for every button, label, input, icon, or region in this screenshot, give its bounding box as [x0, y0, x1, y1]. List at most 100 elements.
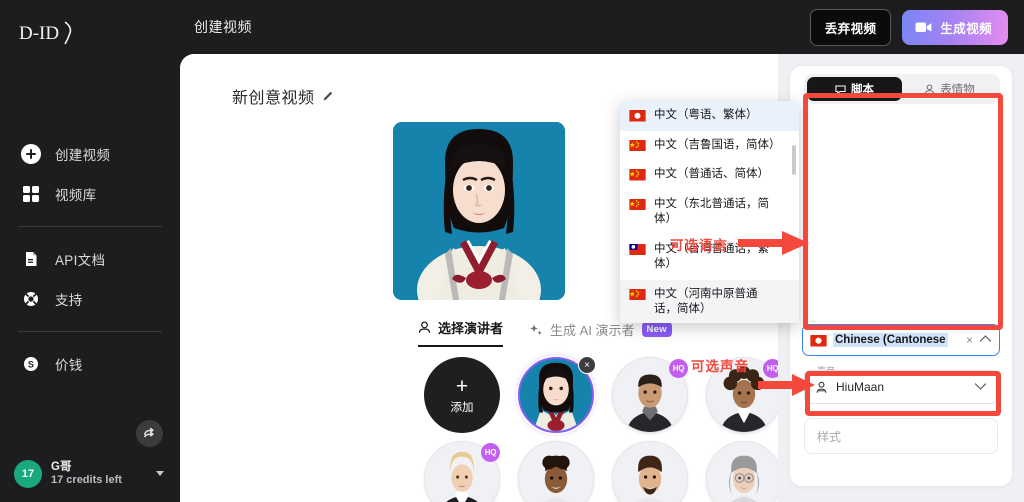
sidebar-divider-1	[18, 226, 162, 227]
script-settings-card: 脚本 表情物 Chinese (Cantonese × HiuMaan 样式	[790, 66, 1012, 486]
language-option[interactable]: 中文（东北普通话，简体）	[620, 190, 799, 235]
clear-language-icon[interactable]: ×	[966, 333, 973, 347]
sidebar-item-api-docs[interactable]: API文档	[0, 239, 180, 279]
sidebar-item-label: 视频库	[55, 188, 97, 203]
presenter-avatar-image	[707, 442, 781, 502]
presenter-avatar-image	[519, 442, 593, 502]
segment-label: 脚本	[851, 84, 874, 96]
sidebar-item-pricing[interactable]: S 价钱	[0, 344, 180, 384]
sidebar-nav-tertiary: S 价钱	[0, 344, 180, 384]
redo-arrow-icon	[144, 427, 154, 438]
account-text: G哥 17 credits left	[51, 460, 147, 488]
china-flag-icon	[629, 198, 646, 211]
sidebar-nav-secondary: API文档 支持	[0, 239, 180, 319]
plus-icon: +	[455, 374, 469, 398]
add-presenter-button[interactable]: + 添加	[424, 357, 500, 433]
sidebar-item-label: API文档	[55, 253, 106, 268]
project-title-row[interactable]: 新创意视频	[180, 54, 778, 108]
chevron-up-icon[interactable]	[979, 334, 992, 346]
sparkles-icon	[530, 323, 542, 335]
lifebuoy-icon	[20, 288, 42, 310]
segment-script[interactable]: 脚本	[807, 77, 902, 101]
language-option[interactable]: 中文（粤语、繁体）	[620, 101, 799, 131]
video-camera-icon	[915, 22, 932, 32]
sidebar-item-label: 创建视频	[55, 148, 111, 163]
tab-label: 选择演讲者	[438, 321, 504, 336]
sidebar-item-support[interactable]: 支持	[0, 279, 180, 319]
chevron-down-icon[interactable]	[974, 378, 987, 396]
presenter-thumb[interactable]	[518, 441, 594, 502]
dollar-circle-icon: S	[20, 353, 42, 375]
discard-video-button[interactable]: 丢弃视频	[809, 8, 892, 46]
grid-icon	[20, 183, 42, 205]
person-icon	[925, 84, 935, 94]
presenter-thumb[interactable]	[612, 441, 688, 502]
page-title: 创建视频	[194, 19, 252, 35]
sidebar-item-video-library[interactable]: 视频库	[0, 174, 180, 214]
language-dropdown-list[interactable]: 中文（粤语、繁体） 中文（吉鲁国语，简体） 中文（普通话、简体） 中文（东北普通…	[620, 101, 799, 323]
caret-down-icon[interactable]	[156, 471, 164, 477]
tab-select-presenter[interactable]: 选择演讲者	[418, 318, 504, 347]
generate-video-label: 生成视频	[940, 21, 992, 36]
voice-select[interactable]: HiuMaan	[804, 370, 998, 404]
hq-badge: HQ	[481, 443, 500, 462]
language-option[interactable]: 中文（普通话、简体）	[620, 160, 799, 190]
brand-logo[interactable]: D-ID	[0, 0, 180, 60]
sidebar-item-label: 支持	[55, 293, 83, 308]
main-content: 新创意视频 选择演讲者 生成 AI 演示者 New + 添加 × HQ HQ H…	[180, 54, 1024, 502]
plus-circle-icon	[20, 143, 42, 165]
sidebar-item-label: 价钱	[55, 358, 83, 373]
presenter-cell[interactable]: HQ	[612, 357, 688, 433]
style-input[interactable]: 样式	[804, 418, 998, 454]
sidebar: D-ID 创建视频 视频库 API文档 支持 S 价钱 17 G哥 17 cre…	[0, 0, 180, 502]
credits-badge: 17	[14, 459, 42, 488]
presenter-portrait-image	[393, 122, 565, 300]
account-name: G哥	[51, 460, 72, 473]
dropdown-scrollbar[interactable]	[792, 145, 796, 175]
new-badge: New	[641, 322, 672, 337]
china-flag-icon	[629, 169, 646, 181]
account-credits-text: 17 credits left	[51, 474, 122, 487]
account-menu[interactable]: 17 G哥 17 credits left	[0, 450, 180, 502]
language-option[interactable]: 中文（河南中原普通话，简体）	[620, 279, 799, 323]
presenter-cell-selected[interactable]: ×	[518, 356, 596, 433]
presenter-avatar-image	[613, 442, 687, 502]
presenter-grid: + 添加 × HQ HQ HQ	[180, 347, 876, 502]
language-select[interactable]: Chinese (Cantonese ×	[802, 324, 1000, 356]
topbar: 创建视频 丢弃视频 生成视频	[180, 0, 1024, 54]
presenter-cell[interactable]: HQ	[706, 357, 782, 433]
did-logo-icon: D-ID	[19, 21, 72, 45]
collapse-sidebar-button[interactable]	[136, 420, 163, 447]
right-panel: 脚本 表情物 Chinese (Cantonese × HiuMaan 样式	[778, 54, 1024, 502]
segment-label: 表情物	[940, 84, 975, 96]
presenter-add-cell[interactable]: + 添加	[424, 357, 500, 433]
app-root: D-ID 创建视频 视频库 API文档 支持 S 价钱 17 G哥 17 cre…	[0, 0, 1024, 502]
add-presenter-label: 添加	[450, 401, 474, 414]
language-option-label: 中文（普通话、简体）	[654, 168, 769, 181]
voice-person-icon	[816, 381, 827, 393]
sidebar-item-create-video[interactable]: 创建视频	[0, 134, 180, 174]
presenter-cell[interactable]	[518, 441, 594, 502]
hq-badge: HQ	[669, 359, 688, 378]
document-icon	[20, 248, 42, 270]
panel-segmented-control: 脚本 表情物	[804, 74, 1000, 104]
segment-expression[interactable]: 表情物	[902, 77, 997, 101]
language-option[interactable]: 中文（台湾普通话，繁体）	[620, 235, 799, 280]
style-placeholder: 样式	[817, 429, 842, 444]
language-option-label: 中文（粤语、繁体）	[654, 109, 758, 121]
language-option-label: 中文（河南中原普通话，简体）	[654, 287, 758, 316]
selected-presenter-preview[interactable]	[393, 122, 565, 300]
presenter-thumb[interactable]	[706, 441, 782, 502]
topbar-actions: 丢弃视频 生成视频	[809, 8, 1008, 46]
remove-presenter-button[interactable]: ×	[578, 356, 596, 374]
presenter-cell[interactable]	[612, 441, 688, 502]
generate-video-button[interactable]: 生成视频	[902, 9, 1008, 45]
pencil-icon[interactable]	[322, 90, 334, 102]
presenter-cell[interactable]	[706, 441, 782, 502]
language-option[interactable]: 中文（吉鲁国语，简体）	[620, 131, 799, 161]
voice-selected-value: HiuMaan	[836, 380, 885, 394]
tab-generate-ai-presenter[interactable]: 生成 AI 演示者 New	[529, 320, 672, 347]
sidebar-divider-2	[18, 331, 162, 332]
svg-text:S: S	[28, 360, 34, 370]
presenter-cell[interactable]: HQ	[424, 441, 500, 502]
